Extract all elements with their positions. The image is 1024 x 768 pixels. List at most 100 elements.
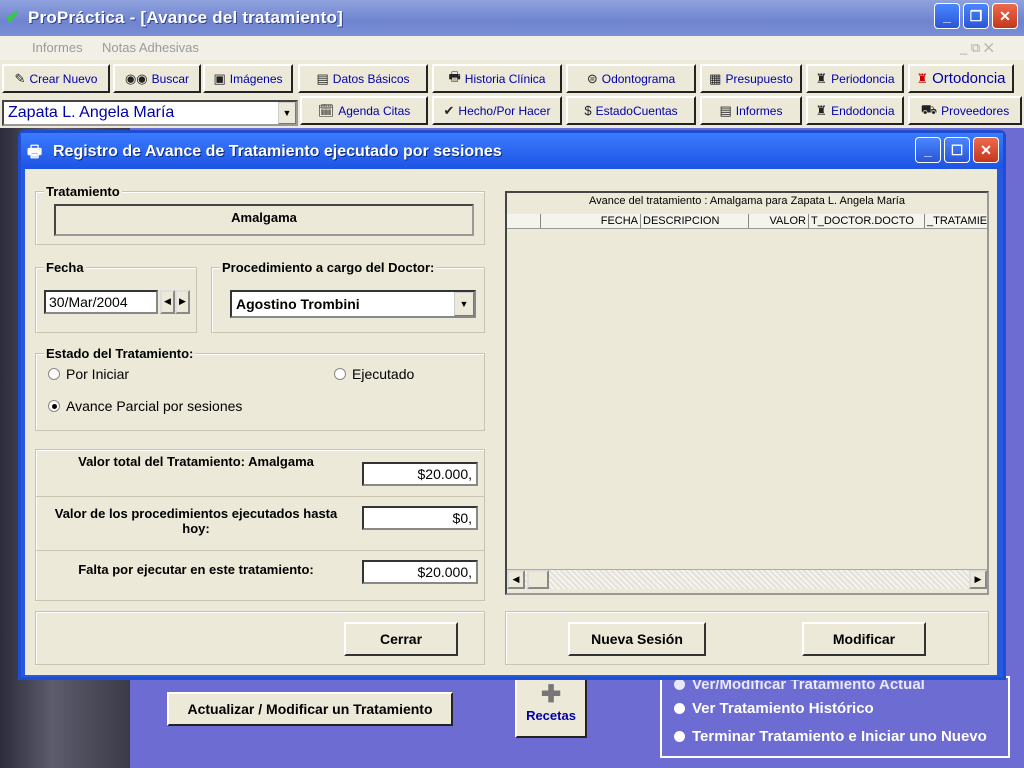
scroll-left-icon[interactable]: ◀: [507, 570, 525, 589]
grid-header-descripcion[interactable]: DESCRIPCION: [641, 214, 749, 228]
dialog-body: Tratamiento Amalgama Fecha 30/Mar/2004 ◀…: [25, 169, 997, 675]
dialog-maximize-icon[interactable]: ☐: [944, 137, 970, 163]
treatment-options-panel: Ver/Modificar Tratamiento Actual Ver Tra…: [660, 676, 1010, 758]
chevron-down-icon[interactable]: ▼: [454, 292, 474, 316]
menu-notas-adhesivas[interactable]: Notas Adhesivas: [102, 40, 199, 55]
falta-label: Falta por ejecutar en este tratamiento:: [78, 562, 314, 577]
fecha-group: Fecha 30/Mar/2004 ◀ ▶: [35, 260, 197, 333]
close-icon[interactable]: ✕: [992, 3, 1018, 29]
odontograma-button[interactable]: ⊜ Odontograma: [566, 64, 696, 93]
estado-label: Estado del Tratamiento:: [44, 346, 196, 361]
option-terminar-tratamiento[interactable]: Terminar Tratamiento e Iniciar uno Nuevo: [674, 728, 987, 745]
mdi-controls-icon[interactable]: _ ⧉ ✕: [960, 40, 994, 56]
app-check-icon: ✔: [5, 7, 21, 27]
scroll-right-icon[interactable]: ▶: [969, 570, 987, 589]
imagenes-label: Imágenes: [229, 71, 283, 86]
cerrar-button[interactable]: Cerrar: [344, 622, 458, 656]
tooth-chart-icon: ⊜: [586, 70, 598, 86]
tratamiento-group: Tratamiento Amalgama: [35, 184, 485, 245]
braces-tooth-icon: ♜: [916, 70, 929, 86]
endodoncia-button[interactable]: ♜ Endodoncia: [806, 96, 904, 125]
endodoncia-label: Endodoncia: [831, 103, 895, 118]
agenda-citas-button[interactable]: 🗓 Agenda Citas: [300, 96, 428, 125]
proveedores-label: Proveedores: [941, 103, 1010, 118]
divider: [36, 496, 484, 497]
tratamiento-label: Tratamiento: [44, 184, 122, 199]
crear-nuevo-button[interactable]: ✎ Crear Nuevo: [2, 64, 110, 93]
option-dot-icon: [674, 731, 685, 742]
recetas-button[interactable]: ✚ Recetas: [515, 676, 587, 738]
arrow-left-icon[interactable]: ◀: [160, 290, 175, 314]
doctor-select[interactable]: Agostino Trombini ▼: [230, 290, 476, 318]
report-icon: ▤: [719, 102, 732, 118]
radio-avance-parcial[interactable]: Avance Parcial por sesiones: [48, 398, 242, 414]
grid-header-valor[interactable]: VALOR: [749, 214, 809, 228]
money-icon: $: [584, 103, 592, 118]
horizontal-scrollbar[interactable]: ◀ ▶: [507, 569, 987, 589]
historia-clinica-button[interactable]: 🖶 Historia Clínica: [432, 64, 562, 93]
checkmark-icon: ✔: [443, 102, 455, 118]
patient-select[interactable]: Zapata L. Angela María ▼: [2, 100, 298, 126]
app-title: ProPráctica - [Avance del tratamiento]: [28, 8, 343, 27]
fecha-label: Fecha: [44, 260, 86, 275]
ortodoncia-button[interactable]: ♜ Ortodoncia: [908, 64, 1014, 93]
radio-por-iniciar-label: Por Iniciar: [66, 366, 130, 382]
datos-basicos-label: Datos Básicos: [332, 71, 410, 86]
radio-ejecutado-label: Ejecutado: [352, 366, 415, 382]
tooth-icon: ♜: [815, 70, 828, 86]
datos-basicos-button[interactable]: ▤ Datos Básicos: [298, 64, 428, 93]
hecho-por-hacer-button[interactable]: ✔ Hecho/Por Hacer: [432, 96, 562, 125]
valor-ejecutados-field[interactable]: $0,: [362, 506, 478, 530]
estado-cuentas-button[interactable]: $ EstadoCuentas: [566, 96, 696, 125]
truck-icon: ⛟: [920, 101, 938, 117]
valor-ejecutados-label: Valor de los procedimientos ejecutados h…: [54, 506, 338, 536]
agenda-citas-label: Agenda Citas: [338, 103, 411, 118]
pen-icon: ✎: [14, 70, 26, 86]
option-ver-historico[interactable]: Ver Tratamiento Histórico: [674, 700, 874, 717]
fecha-input[interactable]: 30/Mar/2004: [44, 290, 158, 314]
odontograma-label: Odontograma: [601, 71, 676, 86]
prescription-icon: ✚: [541, 681, 562, 708]
dialog-title-bar: 🖶 Registro de Avance de Tratamiento ejec…: [21, 133, 1003, 169]
dialog-minimize-icon[interactable]: _: [915, 137, 941, 163]
modificar-button[interactable]: Modificar: [802, 622, 926, 656]
informes-button[interactable]: ▤ Informes: [700, 96, 802, 125]
nueva-sesion-button[interactable]: Nueva Sesión: [568, 622, 706, 656]
tooth-root-icon: ♜: [815, 102, 828, 118]
grid-caption: Avance del tratamiento : Amalgama para Z…: [589, 195, 905, 207]
fecha-spinner[interactable]: ◀ ▶: [160, 290, 190, 314]
proveedores-button[interactable]: ⛟ Proveedores: [908, 96, 1022, 125]
minimize-icon[interactable]: _: [934, 3, 960, 29]
avance-grid[interactable]: Avance del tratamiento : Amalgama para Z…: [505, 191, 989, 595]
hecho-por-hacer-label: Hecho/Por Hacer: [458, 103, 551, 118]
arrow-right-icon[interactable]: ▶: [175, 290, 190, 314]
scroll-thumb[interactable]: [527, 570, 549, 589]
radio-por-iniciar[interactable]: Por Iniciar: [48, 366, 129, 382]
dialog-close-icon[interactable]: ✕: [973, 137, 999, 163]
grid-indicator-column: [507, 214, 541, 228]
radio-ejecutado[interactable]: Ejecutado: [334, 366, 414, 382]
grid-header-fecha[interactable]: FECHA: [541, 214, 641, 228]
buscar-button[interactable]: ◉◉ Buscar: [113, 64, 201, 93]
option-dot-icon: [674, 679, 685, 690]
recetas-label: Recetas: [526, 708, 576, 723]
dialog-title: Registro de Avance de Tratamiento ejecut…: [53, 143, 502, 160]
restore-icon[interactable]: ❐: [963, 3, 989, 29]
grid-header-doctor[interactable]: T_DOCTOR.DOCTO: [809, 214, 925, 228]
valor-total-field[interactable]: $20.000,: [362, 462, 478, 486]
actualizar-tratamiento-button[interactable]: Actualizar / Modificar un Tratamiento: [167, 692, 453, 726]
main-title-bar: ✔ ProPráctica - [Avance del tratamiento]…: [0, 0, 1024, 36]
camera-icon: ▣: [213, 70, 226, 86]
presupuesto-button[interactable]: ▦ Presupuesto: [700, 64, 802, 93]
imagenes-button[interactable]: ▣ Imágenes: [203, 64, 293, 93]
estado-cuentas-label: EstadoCuentas: [595, 103, 678, 118]
grid-rows-area: [507, 228, 987, 554]
falta-field[interactable]: $20.000,: [362, 560, 478, 584]
option-label: Terminar Tratamiento e Iniciar uno Nuevo: [692, 728, 987, 745]
divider: [36, 550, 484, 551]
chevron-down-icon[interactable]: ▼: [278, 102, 296, 124]
menu-informes[interactable]: Informes: [32, 40, 83, 55]
grid-header-tratamiento[interactable]: _TRATAMIE: [925, 214, 987, 228]
presupuesto-label: Presupuesto: [725, 71, 793, 86]
periodoncia-button[interactable]: ♜ Periodoncia: [806, 64, 904, 93]
